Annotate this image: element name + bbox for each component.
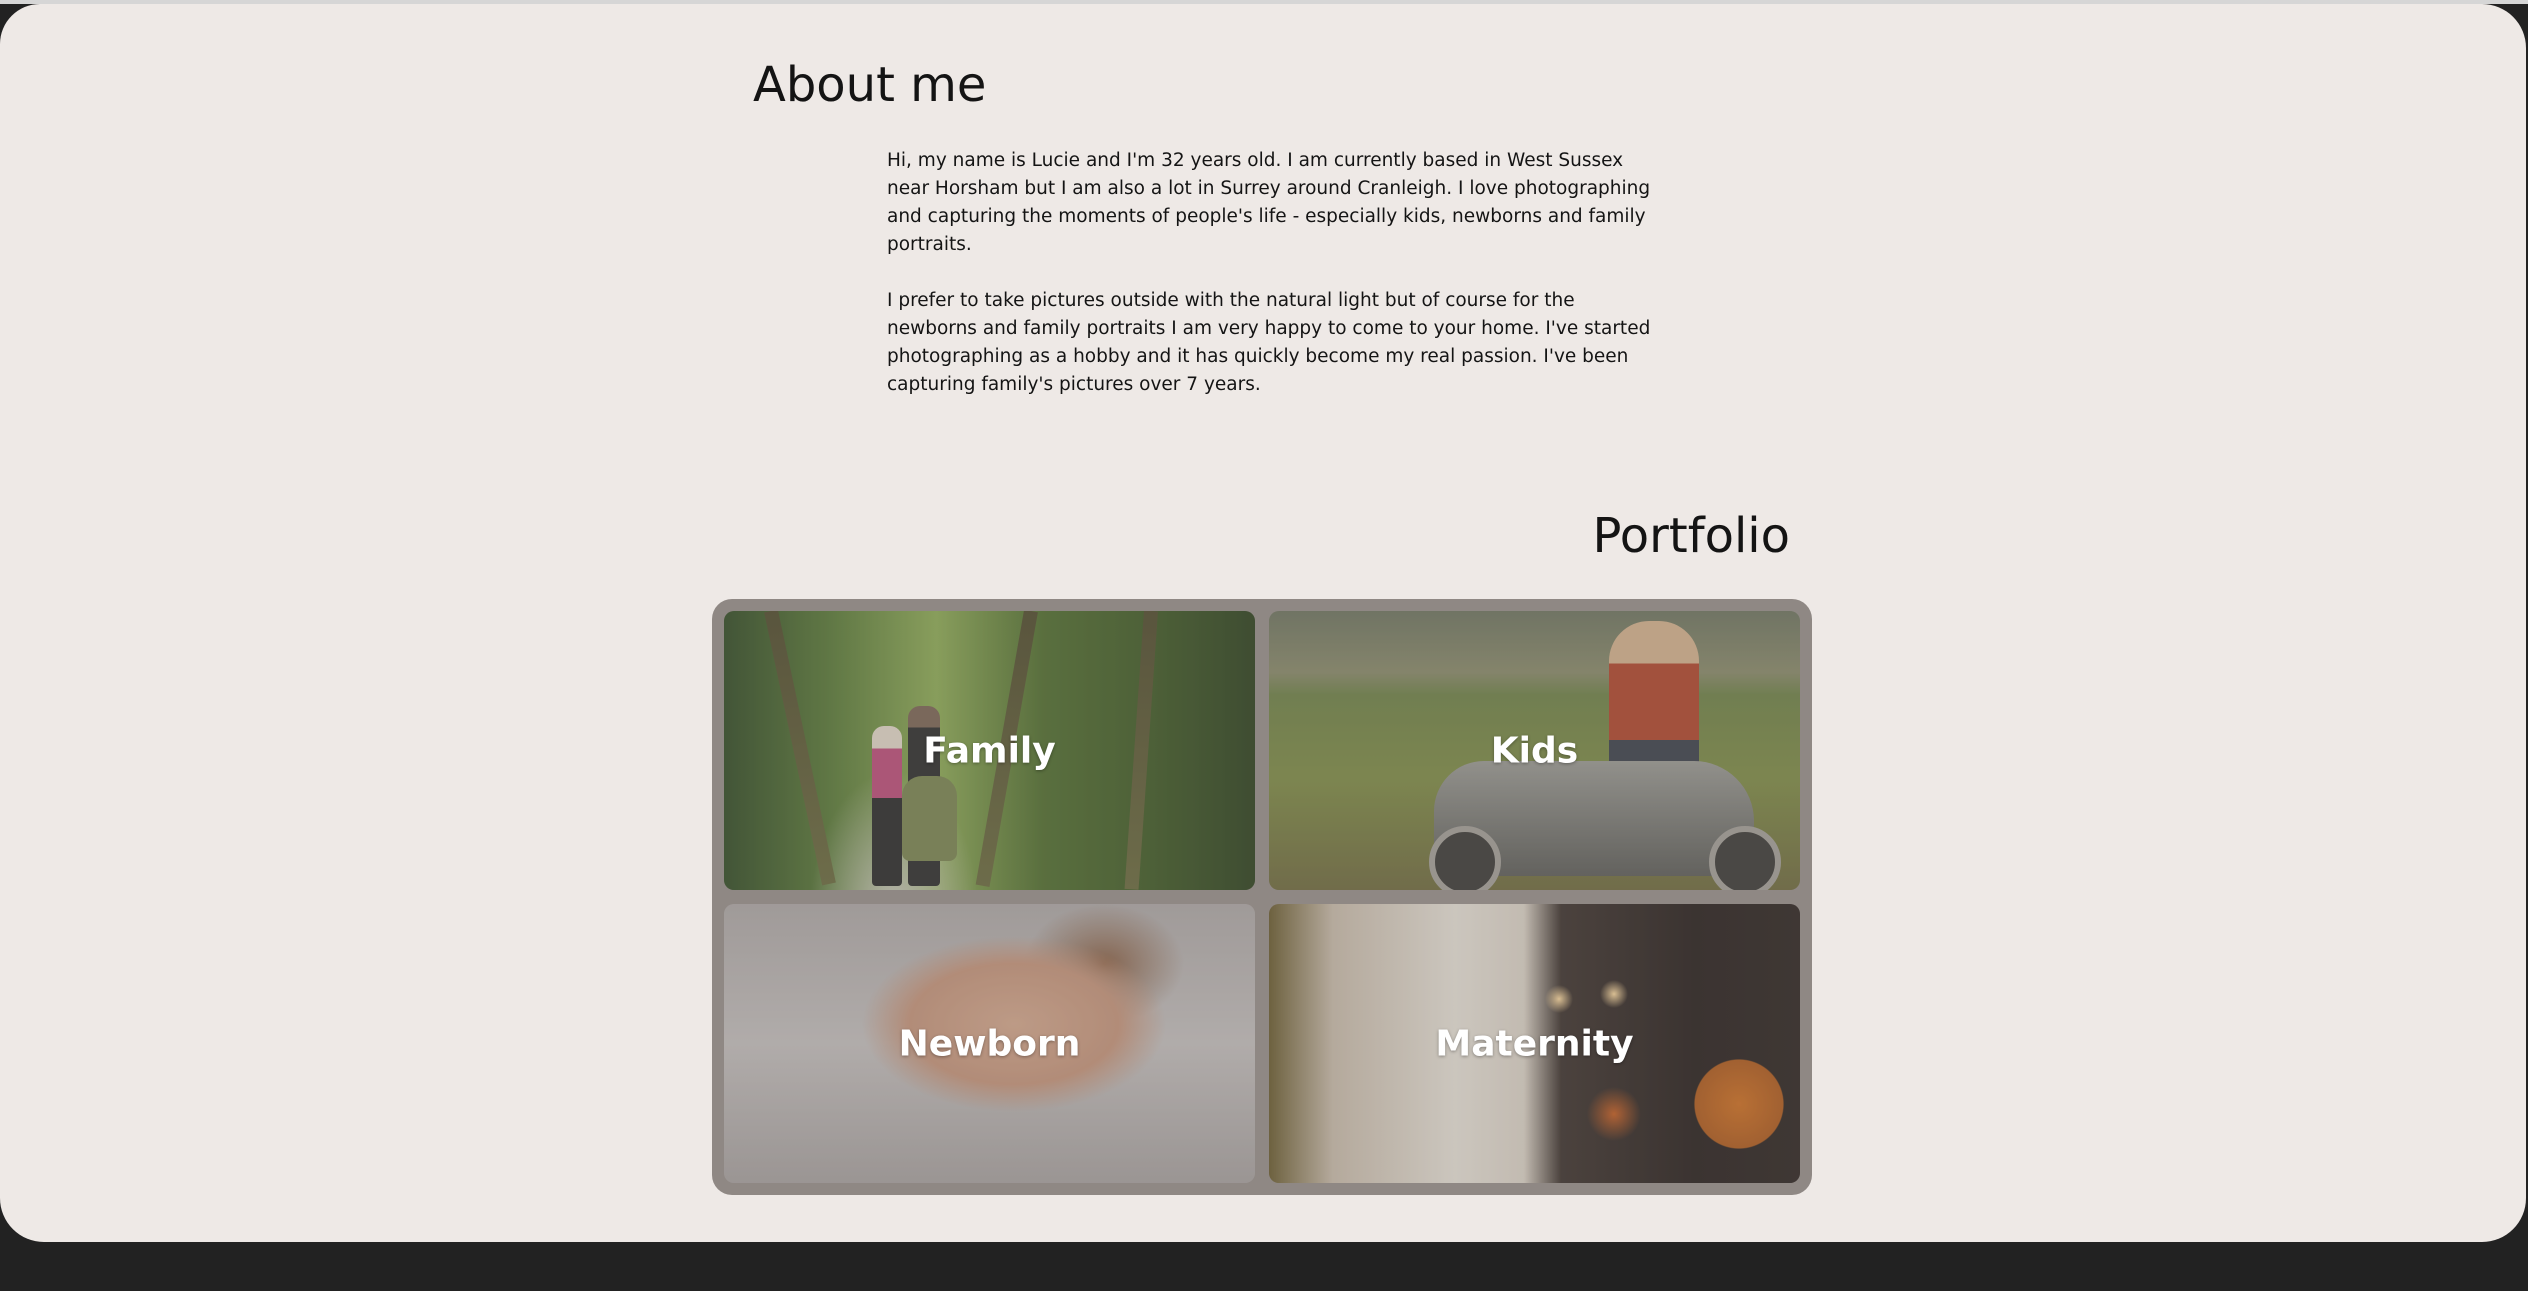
about-heading: About me [753, 57, 987, 113]
portfolio-tile-maternity[interactable]: Maternity [1269, 904, 1800, 1183]
tile-label-kids: Kids [1490, 730, 1579, 771]
portfolio-tile-family[interactable]: Family [724, 611, 1255, 890]
portfolio-tile-newborn[interactable]: Newborn [724, 904, 1255, 1183]
about-paragraph-1: Hi, my name is Lucie and I'm 32 years ol… [887, 150, 1651, 255]
tile-label-newborn: Newborn [898, 1023, 1081, 1064]
tile-label-family: Family [923, 730, 1056, 771]
page-content: About me Hi, my name is Lucie and I'm 32… [0, 4, 2526, 1242]
about-paragraph-2: I prefer to take pictures outside with t… [887, 290, 1651, 395]
portfolio-tile-kids[interactable]: Kids [1269, 611, 1800, 890]
tile-label-maternity: Maternity [1435, 1023, 1634, 1064]
portfolio-heading: Portfolio [1592, 508, 1790, 564]
about-text: Hi, my name is Lucie and I'm 32 years ol… [887, 147, 1657, 427]
portfolio-grid: Family Kids Newborn Maternity [712, 599, 1812, 1195]
